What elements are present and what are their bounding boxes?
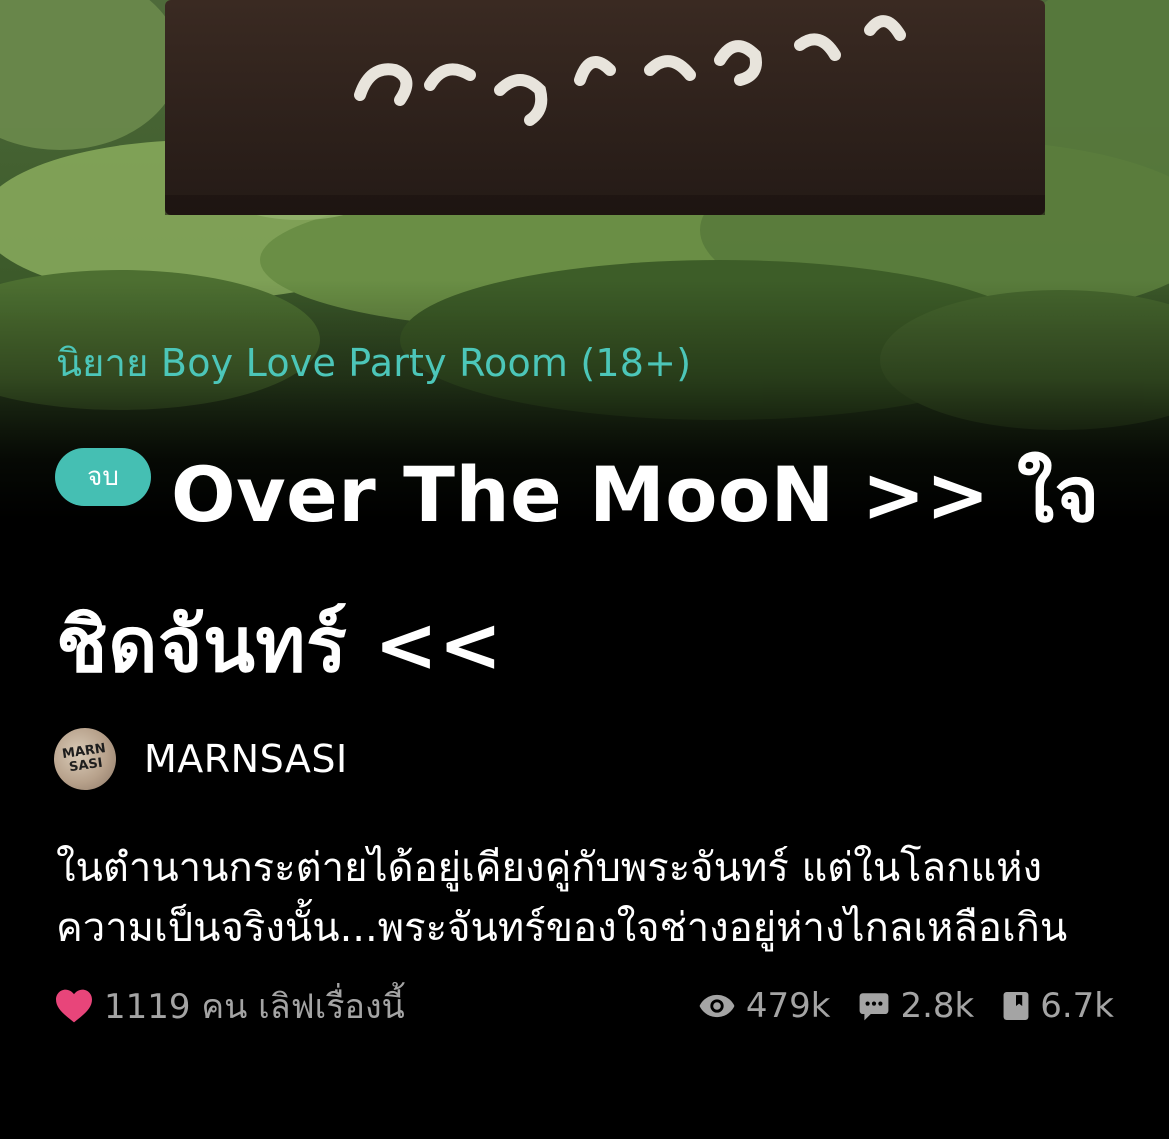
author-name[interactable]: MARNSASI	[144, 737, 348, 781]
comment-icon	[860, 993, 889, 1021]
views-count: 479k	[745, 986, 831, 1026]
novel-title: Over The MooN >> ใจชิดจันทร์ <<	[56, 450, 1100, 689]
like-button[interactable]: 1119 คน เลิฟเรื่องนี้	[54, 978, 405, 1034]
novel-synopsis: ในตำนานกระต่ายได้อยู่เคียงคู่กับพระจันทร…	[56, 845, 1068, 951]
author-avatar[interactable]: MARN SASI	[49, 723, 121, 795]
author-profile[interactable]: MARN SASI MARNSASI	[49, 723, 348, 795]
heart-icon	[56, 989, 92, 1023]
novel-stats: 1119 คน เลิฟเรื่องนี้ 479k 2.8k 6.7k	[54, 978, 1114, 1034]
bookmarks-count: 6.7k	[1040, 986, 1114, 1026]
comments-stat: 2.8k	[858, 986, 974, 1026]
stats-metrics: 479k 2.8k 6.7k	[670, 978, 1114, 1034]
bookmark-icon	[1003, 992, 1029, 1020]
eye-icon	[699, 994, 735, 1018]
bookmarks-stat: 6.7k	[1002, 986, 1114, 1026]
like-count-text: 1119 คน เลิฟเรื่องนี้	[104, 987, 405, 1027]
novel-category-link[interactable]: นิยาย Boy Love Party Room (18+)	[56, 332, 691, 393]
comments-count: 2.8k	[900, 986, 975, 1026]
views-stat: 479k	[698, 986, 831, 1026]
